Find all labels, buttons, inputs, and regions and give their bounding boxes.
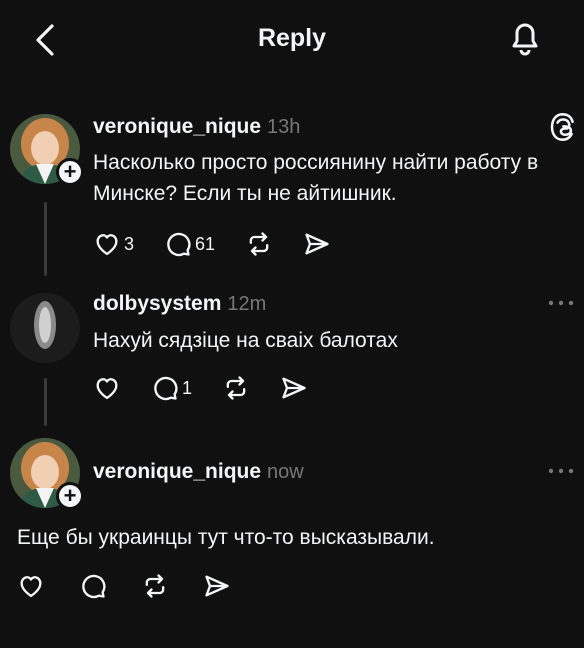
like-button[interactable]: 3	[93, 230, 134, 258]
thread-line	[44, 202, 47, 276]
post-username[interactable]: veronique_nique now	[93, 460, 304, 484]
threads-logo-icon[interactable]	[549, 112, 577, 142]
repost-icon	[141, 572, 169, 600]
more-options-button[interactable]	[546, 296, 576, 310]
like-button[interactable]	[17, 572, 45, 600]
avatar-wrap	[10, 293, 80, 363]
avatar[interactable]	[10, 293, 80, 363]
follow-plus-icon[interactable]: +	[56, 158, 84, 186]
bell-icon	[512, 23, 538, 56]
post-username[interactable]: veronique_nique 13h	[93, 115, 300, 139]
post-text: Насколько просто россиянину найти работу…	[93, 151, 539, 205]
heart-icon	[17, 572, 45, 600]
share-icon	[280, 374, 308, 402]
post-time: 12m	[227, 293, 267, 315]
like-button[interactable]	[93, 374, 121, 402]
share-button[interactable]	[303, 230, 331, 258]
repost-icon	[222, 374, 250, 402]
repost-button[interactable]	[141, 572, 169, 600]
post-actions: 3 61	[93, 230, 361, 258]
repost-button[interactable]	[222, 374, 250, 402]
post-time: 13h	[267, 116, 301, 138]
ellipsis-icon	[548, 300, 574, 306]
page-title: Reply	[257, 24, 327, 52]
like-count: 3	[124, 233, 135, 254]
header: Reply	[0, 0, 584, 80]
post-text: Еще бы украинцы тут что-то высказывали.	[17, 526, 435, 549]
reply-count: 1	[182, 377, 193, 398]
ellipsis-icon	[548, 468, 574, 474]
repost-icon	[245, 230, 273, 258]
post-time: now	[267, 461, 304, 483]
post-username[interactable]: dolbysystem 12m	[93, 292, 266, 316]
comment-icon	[164, 230, 192, 258]
heart-icon	[93, 230, 121, 258]
share-icon	[303, 230, 331, 258]
share-icon	[203, 572, 231, 600]
more-options-button[interactable]	[546, 464, 576, 478]
post-actions	[17, 572, 261, 600]
post-actions: 1	[93, 374, 338, 402]
reply-button[interactable]: 1	[151, 374, 192, 402]
repost-button[interactable]	[245, 230, 273, 258]
heart-icon	[93, 374, 121, 402]
reply-count: 61	[195, 233, 216, 254]
avatar-wrap: +	[10, 114, 84, 186]
reply-button[interactable]: 61	[164, 230, 215, 258]
follow-plus-icon[interactable]: +	[56, 482, 84, 510]
share-button[interactable]	[203, 572, 231, 600]
notifications-button[interactable]	[506, 18, 544, 58]
comment-icon	[79, 572, 107, 600]
share-button[interactable]	[280, 374, 308, 402]
reply-button[interactable]	[79, 572, 107, 600]
comment-icon	[151, 374, 179, 402]
post-text: Нахуй сядзіце на сваіх балотах	[93, 329, 398, 352]
avatar-wrap: +	[10, 438, 84, 510]
thread-line	[44, 378, 47, 426]
